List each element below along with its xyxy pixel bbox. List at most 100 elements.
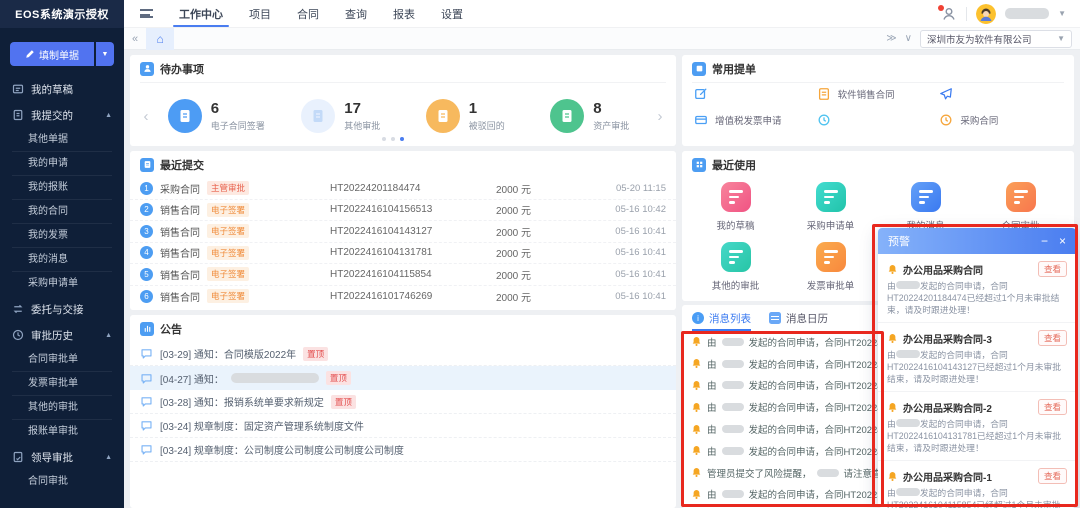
announcements-card: 公告 [03-29] 通知：合同模版2022年 置顶 [04-27] 通知： 置… (130, 315, 676, 508)
common-order-software-sales-contract[interactable]: 软件销售合同 (817, 87, 940, 101)
table-row[interactable]: 6 销售合同 电子签署 HT2022416101746269 2000 元 05… (130, 286, 676, 308)
stat-asset-approval: 8 资产审批 (528, 99, 653, 133)
announcements-header: 公告 (130, 315, 676, 342)
list-item[interactable]: [03-24] 规章制度：公司制度公司制度公司制度公司制度 (130, 438, 676, 462)
status-badge: 电子签署 (207, 289, 250, 304)
recently-used-purchase-request[interactable]: 采购申请单 (783, 182, 878, 232)
common-order-send[interactable] (939, 87, 1062, 101)
divider (966, 6, 968, 21)
close-icon[interactable]: × (1059, 235, 1066, 247)
table-row[interactable]: 4 销售合同 电子签署 HT2022416104131781 2000 元 05… (130, 243, 676, 264)
tab-label: 消息日历 (786, 312, 828, 325)
submitted-icon (13, 109, 23, 121)
expand-tabs-icon[interactable]: ≫ (886, 33, 896, 44)
tab-message-list[interactable]: i 消息列表 (692, 305, 751, 331)
create-document-caret[interactable]: ▼ (96, 42, 114, 66)
tab-query[interactable]: 查询 (345, 0, 367, 27)
tab-settings[interactable]: 设置 (441, 0, 463, 27)
view-button[interactable]: 查看 (1037, 330, 1067, 346)
sidebar-item-my-messages[interactable]: 我的消息 (12, 248, 112, 272)
sidebar-item-contract-approval-doc[interactable]: 合同审批单 (12, 348, 112, 372)
tab-contract[interactable]: 合同 (297, 0, 319, 27)
carousel-next-icon[interactable]: › (652, 108, 668, 125)
common-order-clock[interactable] (817, 113, 940, 127)
sidebar-item-my-applications[interactable]: 我的申请 (12, 152, 112, 176)
table-row[interactable]: 1 采购合同 主管审批 HT20224201184474 2000 元 05-2… (130, 178, 676, 200)
view-button[interactable]: 查看 (1037, 399, 1067, 415)
table-row[interactable]: 5 销售合同 电子签署 HT2022416104115854 2000 元 05… (130, 264, 676, 286)
recently-used-invoice-approval[interactable]: 发票审批单 (783, 242, 878, 292)
sidebar-item-other-docs[interactable]: 其他单据 (12, 128, 112, 152)
sidebar-item-my-contracts[interactable]: 我的合同 (12, 200, 112, 224)
pencil-icon (26, 50, 34, 58)
menu-toggle-icon[interactable] (140, 9, 153, 18)
list-item[interactable]: [03-24] 规章制度：固定资产管理系统制度文件 (130, 414, 676, 438)
message-text: 管理员提交了风险提醒， (707, 468, 812, 480)
sidebar-item-drafts[interactable]: 我的草稿 (0, 76, 124, 102)
sidebar-item-invoice-approval-doc[interactable]: 发票审批单 (12, 372, 112, 396)
tab-list-dropdown-icon[interactable]: ∨ (905, 33, 912, 44)
home-tab[interactable]: ⌂ (146, 27, 175, 50)
common-order-edit[interactable] (694, 87, 817, 101)
sidebar-item-handover[interactable]: 委托与交接 (0, 296, 124, 322)
sidebar-item-contract-approval[interactable]: 合同审批 (12, 470, 112, 494)
chevron-up-icon: ▲ (105, 331, 112, 339)
table-row[interactable]: 2 销售合同 电子签署 HT2022416104156513 2000 元 05… (130, 200, 676, 221)
handover-icon (13, 304, 23, 314)
tab-report[interactable]: 报表 (393, 0, 415, 27)
subbar-right: ≫ ∨ 深圳市友为软件有限公司 ▼ (886, 29, 1080, 48)
list-item[interactable]: [03-28] 通知：报销系统单要求新规定 置顶 (130, 390, 676, 414)
redacted-name (721, 359, 744, 368)
avatar[interactable] (976, 3, 997, 24)
sidebar-item-my-expenses[interactable]: 我的报账 (12, 176, 112, 200)
minimize-icon[interactable]: − (1041, 235, 1048, 247)
tab-message-calendar[interactable]: 消息日历 (769, 305, 828, 331)
view-button[interactable]: 查看 (1037, 261, 1067, 277)
common-order-purchase-contract[interactable]: 采购合同 (939, 113, 1062, 127)
recently-used-my-drafts[interactable]: 我的草稿 (688, 182, 783, 232)
recently-used-my-messages[interactable]: 我的消息 (878, 182, 973, 232)
collapse-tabs-icon[interactable]: « (132, 33, 138, 45)
carousel-dot[interactable] (382, 137, 386, 141)
redacted-name (721, 446, 744, 455)
chevron-up-icon: ▲ (105, 111, 112, 119)
document-icon (140, 157, 154, 172)
view-button[interactable]: 查看 (1037, 468, 1067, 484)
carousel-dot-active[interactable] (400, 137, 404, 141)
timestamp: 05-16 10:41 (615, 268, 666, 280)
document-icon (425, 99, 460, 133)
bell-icon (692, 424, 701, 434)
list-item[interactable]: [03-29] 通知：合同模版2022年 置顶 (130, 342, 676, 366)
sidebar-item-other-approvals[interactable]: 其他的审批 (12, 396, 112, 420)
tab-project[interactable]: 项目 (249, 0, 271, 27)
recently-used-contract-approval[interactable]: 合同审批 (973, 182, 1068, 232)
sidebar-group-approval-history[interactable]: 审批历史 ▲ (0, 322, 124, 348)
company-select[interactable]: 深圳市友为软件有限公司 ▼ (920, 29, 1072, 48)
recently-used-other-approvals[interactable]: 其他的审批 (688, 242, 783, 292)
sidebar-group-label: 我提交的 (31, 109, 73, 122)
common-order-vat-invoice-request[interactable]: 增值税发票申请 (694, 113, 817, 127)
sidebar-item-purchase-request[interactable]: 采购申请单 (12, 272, 112, 296)
table-row[interactable]: 3 销售合同 电子签署 HT2022416104143127 2000 元 05… (130, 221, 676, 243)
carousel-dot[interactable] (391, 137, 395, 141)
sidebar-group-my-submitted[interactable]: 我提交的 ▲ (0, 102, 124, 128)
announcement-text: [03-29] 通知：合同模版2022年 (160, 350, 297, 361)
redacted-name (721, 337, 744, 346)
common-orders-header: 常用提单 (682, 55, 1074, 82)
carousel-prev-icon[interactable]: ‹ (138, 108, 154, 125)
row-number-badge: 1 (140, 181, 153, 195)
bell-icon (692, 337, 701, 347)
tab-work-center[interactable]: 工作中心 (173, 0, 229, 27)
chevron-down-icon[interactable]: ▼ (1058, 9, 1066, 18)
list-item[interactable]: [04-27] 通知： 置顶 (130, 366, 676, 390)
message-text: 由 (707, 359, 717, 371)
notification-person-icon[interactable] (938, 4, 957, 22)
message-text: 由 (707, 337, 717, 349)
sidebar-group-leader-approval[interactable]: 领导审批 ▲ (0, 444, 124, 470)
sidebar-item-expense-approval[interactable]: 报账单审批 (12, 420, 112, 444)
create-document-split-button[interactable]: 填制单据 ▼ (10, 42, 114, 66)
sidebar-item-my-invoices[interactable]: 我的发票 (12, 224, 112, 248)
common-orders-title: 常用提单 (712, 63, 756, 76)
carousel-dots (382, 137, 404, 141)
create-document-button[interactable]: 填制单据 (10, 42, 94, 66)
